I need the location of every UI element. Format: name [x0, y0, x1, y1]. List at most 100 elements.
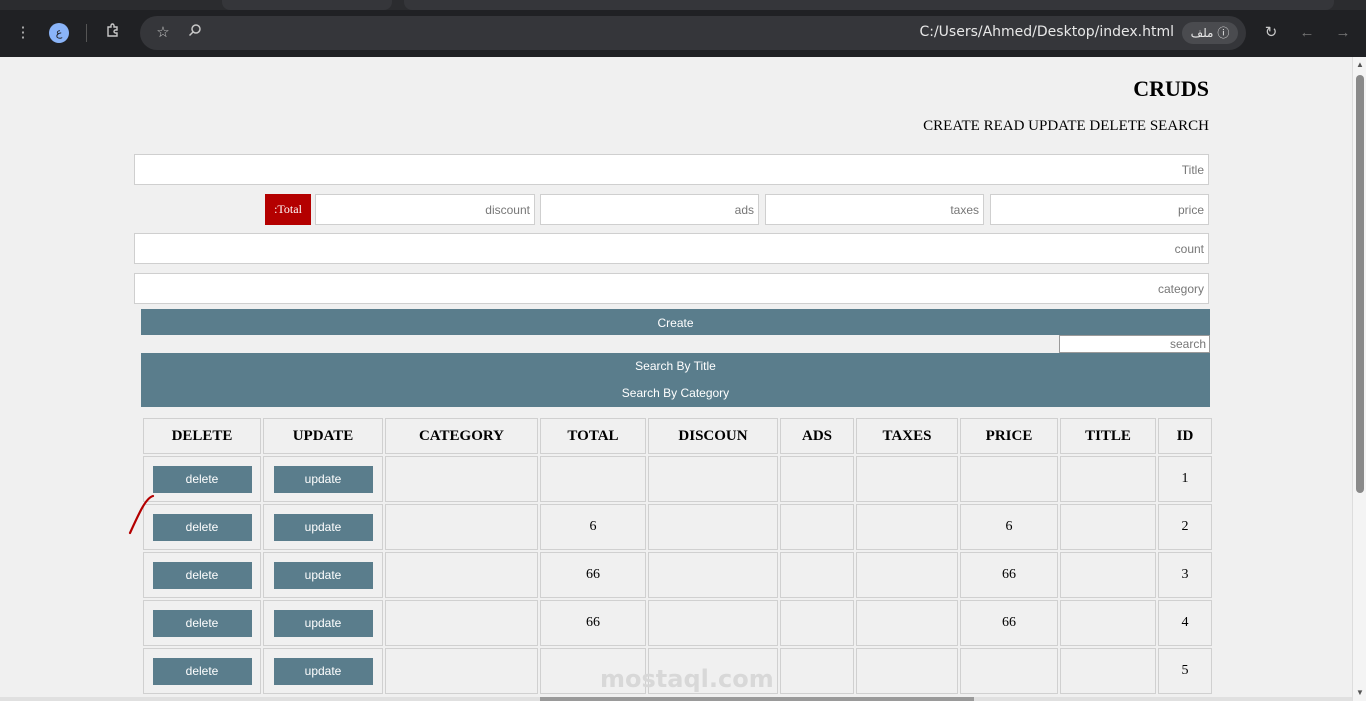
discount-input[interactable] [315, 194, 535, 225]
info-icon: ⓘ [1217, 26, 1230, 40]
category-cell [385, 504, 538, 550]
scroll-up-arrow-icon[interactable]: ▲ [1355, 60, 1365, 70]
scrollbar-thumb[interactable] [1356, 75, 1364, 493]
id-cell: 2 [1158, 504, 1212, 550]
horizontal-scrollbar[interactable] [0, 697, 1352, 701]
update-button[interactable]: update [273, 657, 373, 685]
price-cell: 66 [960, 552, 1058, 598]
category-cell [385, 456, 538, 502]
update-cell: update [263, 552, 383, 598]
bookmark-star-icon[interactable]: ☆ [153, 23, 173, 43]
id-cell: 1 [1158, 456, 1212, 502]
reload-icon[interactable]: ↻ [1261, 23, 1281, 43]
page-title: CRUDS [1133, 76, 1209, 101]
vertical-scrollbar[interactable]: ▲ ▼ [1352, 57, 1366, 701]
page-content: CRUDS CREATE READ UPDATE DELETE SEARCH :… [0, 57, 1352, 701]
id-cell: 4 [1158, 600, 1212, 646]
ads-cell [780, 456, 854, 502]
header-delete: DELETE [143, 418, 261, 454]
products-table: DELETE UPDATE CATEGORY TOTAL DISCOUN ADS… [141, 416, 1214, 696]
profile-avatar[interactable]: ع [49, 23, 69, 43]
browser-tab[interactable] [222, 0, 392, 10]
url-text[interactable]: C:/Users/Ahmed/Desktop/index.html [919, 24, 1174, 40]
category-cell [385, 648, 538, 694]
category-cell [385, 552, 538, 598]
price-cell [960, 456, 1058, 502]
delete-button[interactable]: delete [152, 465, 252, 493]
ads-input[interactable] [540, 194, 759, 225]
search-by-title-button[interactable]: Search By Title [141, 353, 1210, 380]
update-button[interactable]: update [273, 513, 373, 541]
watermark-text: mostaql.com [600, 665, 774, 693]
count-input[interactable] [134, 233, 1209, 264]
delete-cell: delete [143, 504, 261, 550]
table-row: delete update 6 6 2 [143, 504, 1212, 550]
horizontal-scrollbar-thumb[interactable] [540, 697, 974, 701]
update-cell: update [263, 456, 383, 502]
ads-cell [780, 600, 854, 646]
header-ads: ADS [780, 418, 854, 454]
delete-button[interactable]: delete [152, 513, 252, 541]
menu-kebab-icon[interactable]: ⋮ [13, 23, 33, 43]
discount-cell [648, 504, 778, 550]
toolbar-divider [86, 24, 87, 42]
update-button[interactable]: update [273, 561, 373, 589]
total-cell: 66 [540, 552, 646, 598]
id-cell: 3 [1158, 552, 1212, 598]
category-cell [385, 600, 538, 646]
update-button[interactable]: update [273, 465, 373, 493]
discount-cell [648, 600, 778, 646]
delete-button[interactable]: delete [152, 561, 252, 589]
table-header-row: DELETE UPDATE CATEGORY TOTAL DISCOUN ADS… [143, 418, 1212, 454]
forward-arrow-icon[interactable]: → [1333, 23, 1353, 43]
address-bar[interactable]: ☆ C:/Users/Ahmed/Desktop/index.html ملف … [140, 16, 1246, 50]
title-cell [1060, 552, 1156, 598]
price-cell: 66 [960, 600, 1058, 646]
discount-cell [648, 552, 778, 598]
title-cell [1060, 648, 1156, 694]
category-input[interactable] [134, 273, 1209, 304]
delete-button[interactable]: delete [152, 657, 252, 685]
site-info-label: ملف [1190, 26, 1214, 40]
page-subtitle: CREATE READ UPDATE DELETE SEARCH [923, 118, 1209, 134]
red-pen-mark [128, 494, 155, 535]
header-title: TITLE [1060, 418, 1156, 454]
ads-cell [780, 648, 854, 694]
header-discount: DISCOUN [648, 418, 778, 454]
update-cell: update [263, 600, 383, 646]
ads-cell [780, 504, 854, 550]
browser-tab[interactable] [404, 0, 1334, 10]
total-cell: 66 [540, 600, 646, 646]
scroll-down-arrow-icon[interactable]: ▼ [1355, 688, 1365, 698]
delete-button[interactable]: delete [152, 609, 252, 637]
site-info-chip[interactable]: ملف ⓘ [1182, 22, 1238, 44]
delete-cell: delete [143, 552, 261, 598]
browser-toolbar: ⋮ ع ☆ C:/Users/Ahmed/Desktop/index.html … [0, 0, 1366, 57]
total-cell: 6 [540, 504, 646, 550]
title-cell [1060, 600, 1156, 646]
back-arrow-icon[interactable]: ← [1297, 23, 1317, 43]
price-input[interactable] [990, 194, 1209, 225]
header-price: PRICE [960, 418, 1058, 454]
header-total: TOTAL [540, 418, 646, 454]
price-cell [960, 648, 1058, 694]
zoom-icon[interactable] [185, 23, 205, 43]
table-row: delete update 66 66 3 [143, 552, 1212, 598]
tab-strip [0, 0, 1366, 10]
taxes-input[interactable] [765, 194, 984, 225]
update-button[interactable]: update [273, 609, 373, 637]
update-cell: update [263, 648, 383, 694]
price-cell: 6 [960, 504, 1058, 550]
header-id: ID [1158, 418, 1212, 454]
delete-cell: delete [143, 600, 261, 646]
ads-cell [780, 552, 854, 598]
search-input[interactable] [1059, 335, 1210, 353]
extensions-icon[interactable] [103, 23, 123, 43]
taxes-cell [856, 648, 958, 694]
title-input[interactable] [134, 154, 1209, 185]
create-button[interactable]: Create [141, 309, 1210, 335]
search-by-category-button[interactable]: Search By Category [141, 380, 1210, 407]
search-buttons-panel: Search By Title Search By Category [141, 353, 1210, 407]
header-category: CATEGORY [385, 418, 538, 454]
taxes-cell [856, 456, 958, 502]
